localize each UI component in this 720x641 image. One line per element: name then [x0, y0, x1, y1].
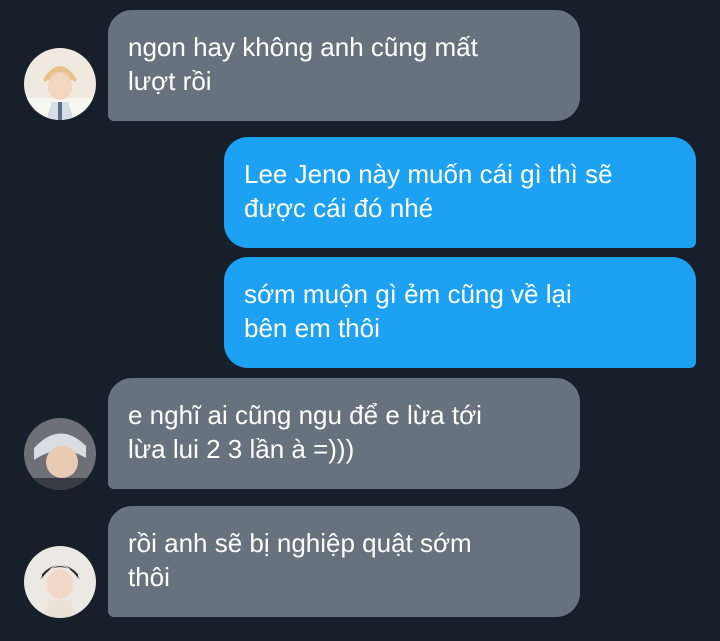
message-bubble[interactable]: sớm muộn gì ẻm cũng về lại bên em thôi: [224, 257, 696, 368]
sender-avatar[interactable]: [24, 418, 96, 490]
sender-avatar[interactable]: [24, 546, 96, 618]
message-bubble[interactable]: ngon hay không anh cũng mất lượt rồi: [108, 10, 580, 121]
message-bubble[interactable]: e nghĩ ai cũng ngu để e lừa tới lừa lui …: [108, 378, 580, 489]
message-bubble[interactable]: rồi anh sẽ bị nghiệp quật sớm thôi: [108, 506, 580, 617]
message-bubble[interactable]: Lee Jeno này muốn cái gì thì sẽ được cái…: [224, 137, 696, 248]
dm-conversation: { "messages": [ { "sender": "other", "te…: [0, 0, 720, 641]
sender-avatar[interactable]: [24, 48, 96, 120]
